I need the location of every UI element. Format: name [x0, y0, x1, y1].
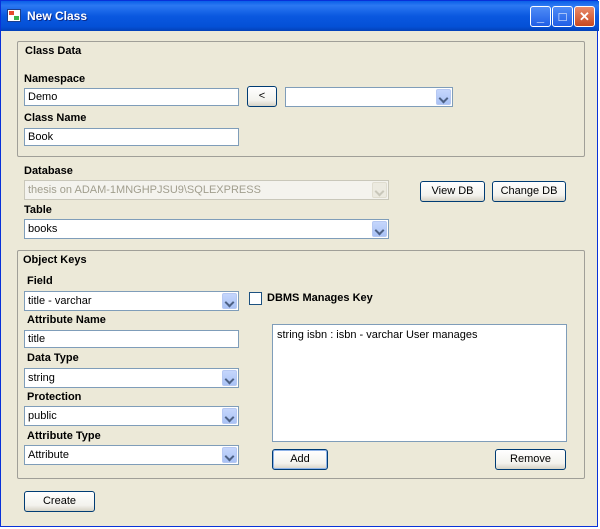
database-label: Database	[24, 165, 73, 177]
table-label: Table	[24, 204, 52, 216]
form-icon	[7, 9, 21, 22]
namespace-input[interactable]: Demo	[24, 88, 239, 106]
object-keys-group-title: Object Keys	[23, 254, 87, 266]
chevron-down-icon[interactable]	[222, 408, 237, 424]
create-button[interactable]: Create	[24, 491, 95, 512]
class-name-input[interactable]: Book	[24, 128, 239, 146]
field-dropdown[interactable]: title - varchar	[24, 291, 239, 311]
attribute-type-dropdown[interactable]: Attribute	[24, 445, 239, 465]
chevron-down-icon[interactable]	[222, 370, 237, 386]
field-label: Field	[27, 275, 53, 287]
table-dropdown[interactable]: books	[24, 219, 389, 239]
title-bar[interactable]: New Class _ □ ✕	[1, 1, 599, 31]
new-class-window: New Class _ □ ✕ Class Data Namespace Dem…	[0, 0, 599, 527]
data-type-dropdown[interactable]: string	[24, 368, 239, 388]
chevron-down-icon[interactable]	[222, 293, 237, 309]
attribute-type-dropdown-value: Attribute	[28, 449, 69, 461]
class-data-group-title: Class Data	[25, 45, 82, 57]
table-dropdown-value: books	[28, 223, 58, 235]
add-key-button[interactable]: Add	[272, 449, 328, 470]
view-db-button[interactable]: View DB	[420, 181, 485, 202]
protection-label: Protection	[27, 391, 82, 403]
dbms-manages-key-label[interactable]: DBMS Manages Key	[267, 292, 373, 304]
data-type-dropdown-value: string	[28, 372, 55, 384]
chevron-down-icon[interactable]	[372, 221, 387, 237]
field-dropdown-value: title - varchar	[28, 295, 92, 307]
close-button[interactable]: ✕	[574, 6, 595, 27]
database-dropdown: thesis on ADAM-1MNGHPJSU9\SQLEXPRESS	[24, 180, 389, 200]
keys-listbox[interactable]: string isbn : isbn - varchar User manage…	[272, 324, 567, 442]
change-db-button[interactable]: Change DB	[492, 181, 566, 202]
attribute-name-input[interactable]: title	[24, 330, 239, 348]
list-item[interactable]: string isbn : isbn - varchar User manage…	[277, 329, 478, 341]
database-dropdown-value: thesis on ADAM-1MNGHPJSU9\SQLEXPRESS	[28, 184, 261, 196]
maximize-button[interactable]: □	[552, 6, 573, 27]
window-title: New Class	[27, 9, 88, 23]
namespace-select-button[interactable]: <	[247, 86, 277, 107]
dbms-manages-key-checkbox[interactable]	[249, 292, 262, 305]
namespace-label: Namespace	[24, 73, 86, 85]
class-name-label: Class Name	[24, 112, 87, 124]
minimize-button[interactable]: _	[530, 6, 551, 27]
namespace-dropdown[interactable]	[285, 87, 453, 107]
protection-dropdown[interactable]: public	[24, 406, 239, 426]
attribute-name-label: Attribute Name	[27, 314, 106, 326]
chevron-down-icon[interactable]	[436, 89, 451, 105]
protection-dropdown-value: public	[28, 410, 57, 422]
attribute-type-label: Attribute Type	[27, 430, 101, 442]
data-type-label: Data Type	[27, 352, 79, 364]
chevron-down-icon[interactable]	[222, 447, 237, 463]
chevron-down-icon	[372, 182, 387, 198]
remove-key-button[interactable]: Remove	[495, 449, 566, 470]
